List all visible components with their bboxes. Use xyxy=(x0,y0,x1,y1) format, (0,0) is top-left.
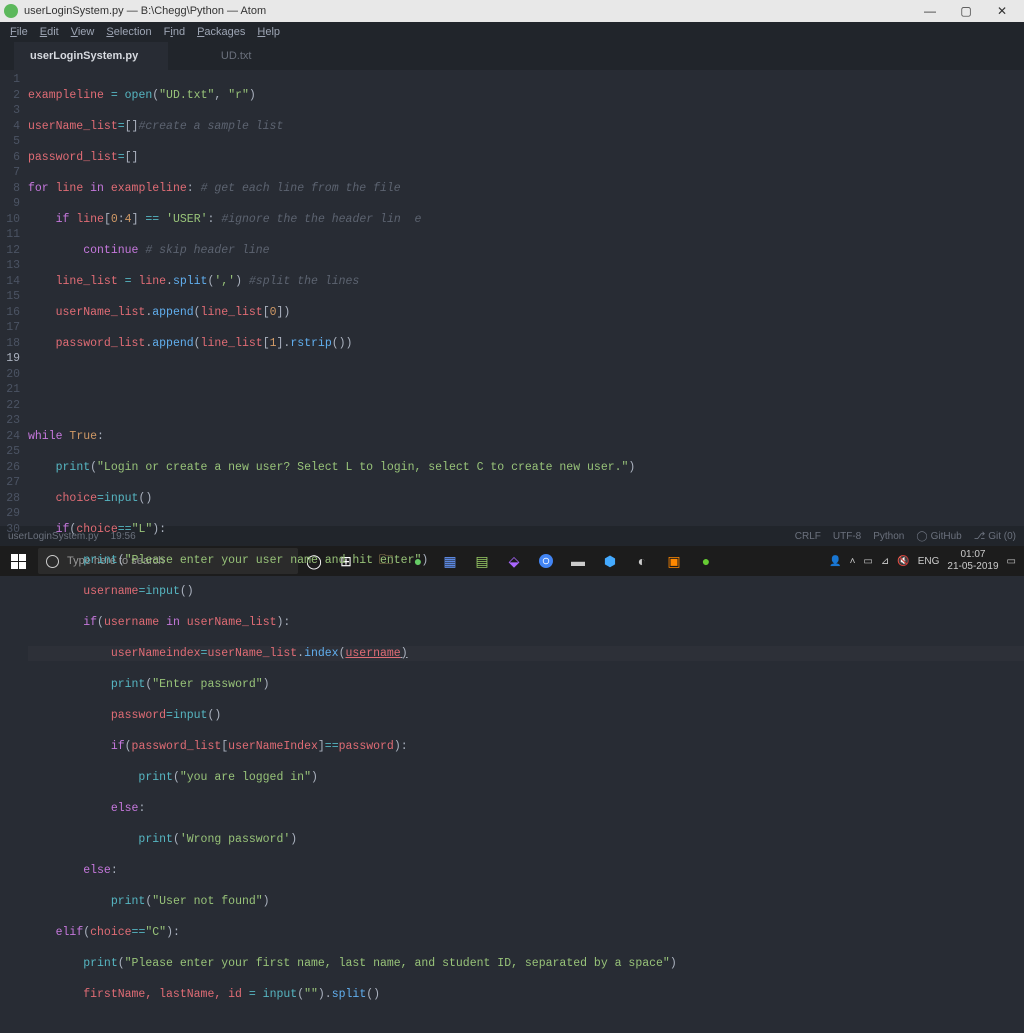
tab-bar: userLoginSystem.py UD.txt xyxy=(0,42,1024,70)
close-button[interactable]: ✕ xyxy=(984,4,1020,18)
maximize-button[interactable]: ▢ xyxy=(948,4,984,18)
tab-userloginsystem[interactable]: userLoginSystem.py xyxy=(14,42,168,70)
menu-packages[interactable]: Packages xyxy=(191,26,251,38)
line-gutter: 1234567891011121314151617181920212223242… xyxy=(0,70,28,526)
window-title-bar: userLoginSystem.py — B:\Chegg\Python — A… xyxy=(0,0,1024,22)
menu-edit[interactable]: Edit xyxy=(34,26,65,38)
menu-view[interactable]: View xyxy=(65,26,101,38)
tab-udtxt[interactable]: UD.txt xyxy=(168,42,318,70)
code-content[interactable]: exampleline = open("UD.txt", "r") userNa… xyxy=(28,70,1024,526)
menu-find[interactable]: Find xyxy=(158,26,191,38)
menu-file[interactable]: File xyxy=(4,26,34,38)
minimize-button[interactable]: — xyxy=(912,4,948,18)
window-title: userLoginSystem.py — B:\Chegg\Python — A… xyxy=(24,5,912,17)
windows-logo-icon xyxy=(11,554,26,569)
editor[interactable]: 1234567891011121314151617181920212223242… xyxy=(0,70,1024,526)
menu-selection[interactable]: Selection xyxy=(100,26,157,38)
menu-help[interactable]: Help xyxy=(251,26,286,38)
window-controls: — ▢ ✕ xyxy=(912,4,1020,18)
atom-app-icon xyxy=(4,4,18,18)
menu-bar: File Edit View Selection Find Packages H… xyxy=(0,22,1024,42)
